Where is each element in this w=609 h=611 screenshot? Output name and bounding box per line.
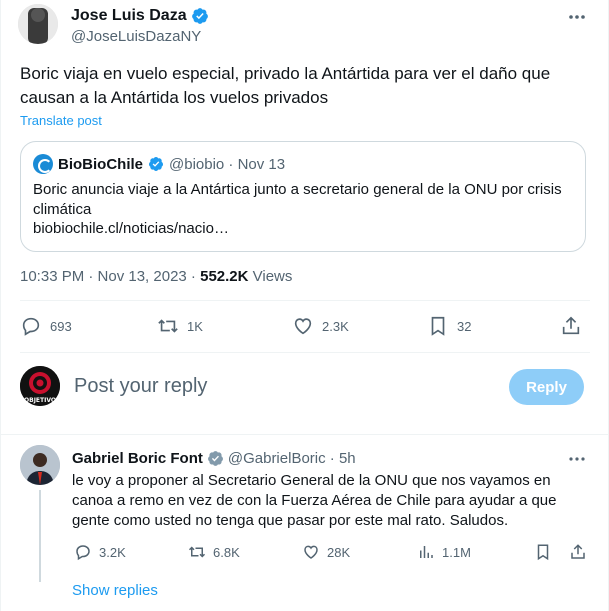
reply-like-count: 28K [327, 544, 351, 560]
avatar-label: OBJETIVO [24, 397, 56, 404]
bookmark-icon [431, 316, 445, 336]
heart-icon [304, 545, 318, 559]
verified-badge-icon [149, 157, 163, 171]
reply-like-action[interactable]: 28K [302, 543, 350, 561]
divider [20, 352, 590, 353]
show-replies-link[interactable]: Show replies [72, 582, 158, 599]
reply-icon [22, 317, 40, 336]
quoted-post-link[interactable]: biobiochile.cl/noticias/nacio… [33, 220, 229, 237]
post-text: Boric viaja en vuelo especial, privado l… [20, 64, 551, 107]
views-count: 552.2K [200, 268, 249, 285]
thread-line [39, 490, 41, 582]
repost-action[interactable]: 1K [157, 315, 203, 337]
reply-reply-count: 3.2K [99, 544, 126, 560]
reply-input[interactable]: Post your reply [74, 375, 207, 398]
analytics-icon [420, 546, 433, 558]
reply-author-meta[interactable]: @GabrielBoric · 5h [228, 450, 356, 467]
reply-action[interactable]: 693 [20, 315, 72, 337]
quoted-author-meta: @biobio · Nov 13 [169, 155, 286, 173]
reply-views-action[interactable]: 1.1M [417, 543, 471, 561]
reply-count: 693 [50, 318, 72, 334]
share-icon [562, 316, 580, 335]
quoted-author-name: BioBioChile [58, 155, 143, 173]
post-timestamp[interactable]: 10:33 PM · Nov 13, 2023 · 552.2K Views [20, 268, 292, 285]
reply-repost-action[interactable]: 6.8K [188, 543, 240, 561]
repost-count: 1K [187, 318, 203, 334]
bookmark-icon [537, 544, 549, 561]
author-avatar[interactable] [18, 4, 58, 44]
reply-author-avatar[interactable] [20, 445, 60, 485]
reply-views-count: 1.1M [442, 544, 471, 560]
reply-reply-action[interactable]: 3.2K [74, 543, 126, 561]
verified-badge-icon [207, 451, 223, 466]
author-display-name[interactable]: Jose Luis Daza [71, 7, 187, 25]
more-options-icon[interactable] [566, 451, 588, 467]
divider [20, 300, 590, 301]
repost-icon [158, 319, 178, 333]
reply-repost-count: 6.8K [213, 544, 240, 560]
bookmark-action[interactable]: 32 [427, 315, 471, 337]
reply-icon [76, 545, 90, 561]
current-user-avatar[interactable]: OBJETIVO [20, 366, 60, 406]
post-actions: 693 1K 2.3K 32 [20, 312, 590, 342]
share-icon [571, 544, 585, 559]
quoted-post-header: BioBioChile @biobio · Nov 13 [33, 154, 285, 174]
quoted-post[interactable]: BioBioChile @biobio · Nov 13 Boric anunc… [20, 141, 586, 252]
author-handle[interactable]: @JoseLuisDazaNY [71, 28, 201, 45]
reply-share-action[interactable] [569, 543, 587, 561]
post-date[interactable]: 10:33 PM · Nov 13, 2023 · [20, 268, 200, 285]
reply-text: le voy a proponer al Secretario General … [72, 472, 557, 529]
bookmark-count: 32 [457, 318, 472, 334]
views-label: Views [248, 268, 293, 285]
reply-button[interactable]: Reply [509, 369, 584, 405]
divider [1, 434, 609, 435]
repost-icon [188, 546, 206, 558]
like-count: 2.3K [322, 318, 349, 334]
like-action[interactable]: 2.3K [292, 315, 349, 337]
author-name-row[interactable]: Jose Luis Daza [71, 7, 209, 25]
verified-badge-icon [191, 8, 208, 24]
more-options-icon[interactable] [566, 8, 588, 26]
share-action[interactable] [560, 315, 582, 337]
translate-post-link[interactable]: Translate post [20, 113, 102, 128]
reply-bookmark-action[interactable] [534, 543, 552, 561]
reply-header[interactable]: Gabriel Boric Font @GabrielBoric · 5h [72, 450, 356, 467]
post-thread: Jose Luis Daza @JoseLuisDazaNY Boric via… [0, 0, 609, 611]
quoted-post-text: Boric anuncia viaje a la Antártica junto… [33, 181, 562, 218]
reply-actions: 3.2K 6.8K 28K 1.1M [72, 540, 592, 564]
quoted-author-avatar [33, 154, 53, 174]
reply-author-name[interactable]: Gabriel Boric Font [72, 450, 203, 467]
heart-icon [294, 318, 312, 335]
